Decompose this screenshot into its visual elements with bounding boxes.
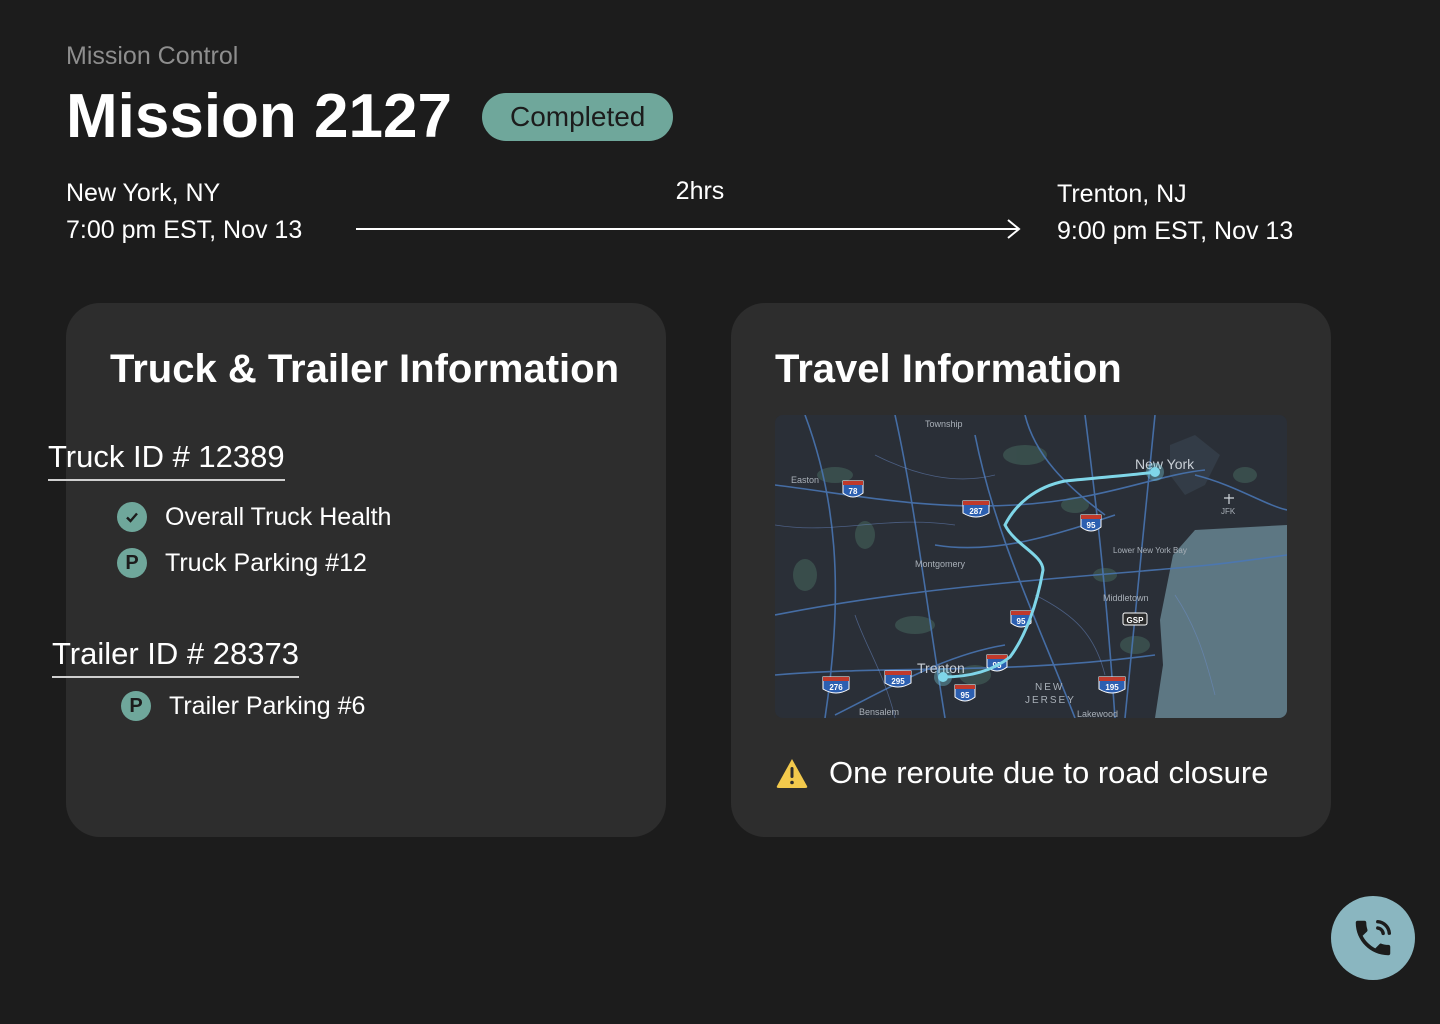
svg-text:195: 195 — [1105, 683, 1119, 692]
svg-text:78: 78 — [849, 487, 858, 496]
travel-card: Travel Information New York JFK Easton T… — [731, 303, 1331, 837]
warning-icon — [776, 759, 808, 788]
shield-287-icon: 287 — [962, 500, 990, 518]
parking-icon: P — [121, 691, 151, 721]
svg-text:95: 95 — [1087, 521, 1096, 530]
destination-time: 9:00 pm EST, Nov 13 — [1057, 217, 1294, 245]
trailer-parking-item[interactable]: P Trailer Parking #6 — [121, 691, 365, 721]
map-label-easton: Easton — [791, 475, 819, 485]
truck-parking-label: Truck Parking #12 — [165, 548, 367, 577]
route-destination: Trenton, NJ 9:00 pm EST, Nov 13 — [1057, 176, 1293, 250]
map-label-jersey: JERSEY — [1025, 695, 1076, 706]
map-label-montgomery: Montgomery — [915, 559, 966, 569]
check-circle-icon — [117, 502, 147, 532]
truck-health-label: Overall Truck Health — [165, 502, 392, 531]
route-duration: 2hrs — [675, 177, 725, 205]
alert-text: One reroute due to road closure — [829, 755, 1269, 790]
route-map[interactable]: New York JFK Easton Township Montgomery … — [775, 415, 1287, 718]
truck-id-heading[interactable]: Truck ID # 12389 — [48, 437, 285, 481]
trailer-parking-label: Trailer Parking #6 — [169, 691, 366, 720]
shield-95-icon: 95 — [1080, 514, 1102, 532]
map-label-township: Township — [925, 419, 963, 429]
map-label-lakewood: Lakewood — [1077, 709, 1118, 718]
shield-gsp-icon: GSP — [1122, 612, 1148, 626]
call-button[interactable] — [1331, 896, 1415, 980]
route-origin: New York, NY 7:00 pm EST, Nov 13 — [66, 175, 302, 249]
shield-195-icon: 195 — [1098, 676, 1126, 694]
route-arrow-icon — [356, 219, 1021, 239]
svg-text:95: 95 — [961, 691, 970, 700]
truck-parking-item[interactable]: P Truck Parking #12 — [117, 548, 367, 578]
origin-time: 7:00 pm EST, Nov 13 — [66, 216, 303, 244]
shield-276-icon: 276 — [822, 676, 850, 694]
map-label-bensalem: Bensalem — [859, 707, 899, 717]
map-label-jfk: JFK — [1221, 507, 1236, 516]
parking-icon: P — [117, 548, 147, 578]
svg-text:95: 95 — [1017, 617, 1026, 626]
reroute-alert: One reroute due to road closure — [775, 755, 1268, 791]
truck-health-item[interactable]: Overall Truck Health — [117, 502, 391, 532]
map-canvas: New York JFK Easton Township Montgomery … — [775, 415, 1287, 718]
shield-78-icon: 78 — [842, 480, 864, 498]
map-label-new: NEW — [1035, 682, 1064, 693]
mission-page: Mission Control Mission 2127 Completed N… — [0, 0, 1440, 1024]
phone-icon — [1355, 919, 1392, 956]
origin-marker-icon — [1146, 463, 1164, 481]
shield-295-icon: 295 — [884, 670, 912, 688]
truck-card-title: Truck & Trailer Information — [110, 347, 620, 391]
svg-text:287: 287 — [969, 507, 983, 516]
travel-card-title: Travel Information — [775, 347, 1122, 391]
map-label-new-york: New York — [1135, 456, 1195, 472]
trailer-id-heading[interactable]: Trailer ID # 28373 — [52, 634, 299, 678]
shield-95-icon: 95 — [954, 684, 976, 702]
destination-city: Trenton, NJ — [1057, 180, 1187, 208]
origin-city: New York, NY — [66, 179, 221, 207]
route-summary: New York, NY 7:00 pm EST, Nov 13 2hrs Tr… — [0, 0, 1440, 260]
map-label-bay: Lower New York Bay — [1113, 546, 1187, 555]
svg-text:295: 295 — [891, 677, 905, 686]
destination-marker-icon — [934, 668, 952, 686]
map-label-middletown: Middletown — [1103, 593, 1149, 603]
svg-text:GSP: GSP — [1127, 616, 1145, 625]
svg-text:276: 276 — [829, 683, 843, 692]
